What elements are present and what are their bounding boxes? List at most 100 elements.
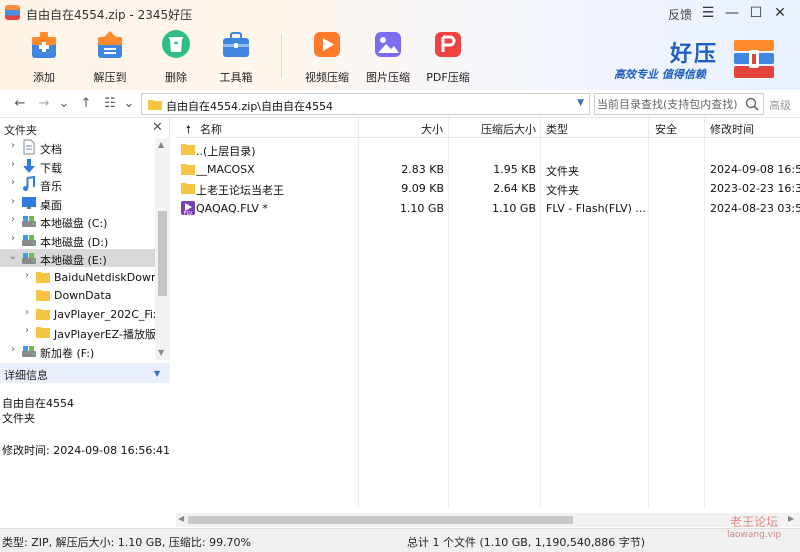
folder-icon [35,287,51,303]
folder-icon [180,161,196,177]
video-compress-button[interactable]: 视频压缩 [297,28,357,86]
expand-chevron-icon[interactable]: › [22,325,32,336]
file-list-hscrollbar[interactable]: ◀ ▶ [176,513,800,527]
scroll-down-icon[interactable]: ▼ [158,348,164,357]
image-compress-label: 图片压缩 [366,71,410,84]
sidebar-item[interactable]: › 桌面 [0,194,155,212]
search-box[interactable] [594,93,764,115]
details-header[interactable]: 详细信息 ▼ [0,363,170,383]
back-arrow-icon[interactable]: ← [12,96,28,112]
file-packed: 1.10 GB [491,201,536,215]
menu-icon[interactable]: ☰ [697,2,719,24]
toolbox-label: 工具箱 [219,71,253,84]
search-icon[interactable] [744,96,760,112]
extract-to-button[interactable]: 解压到 [80,28,140,86]
forward-arrow-icon[interactable]: → [36,96,52,112]
file-size: 2.83 KB [401,162,444,176]
pdf-compress-button[interactable]: PDF压缩 [418,28,478,86]
address-bar[interactable]: 自由自在4554.zip\自由自在4554 ▼ [141,93,590,115]
expand-chevron-icon[interactable]: › [8,140,18,151]
expand-chevron-icon[interactable]: › [8,177,18,188]
close-pane-icon[interactable]: ✕ [152,120,163,135]
add-icon [32,32,56,58]
flv-file-icon: FLV [180,200,196,217]
view-chevron-down-icon[interactable]: ⌄ [121,96,137,112]
sidebar-item-label: 本地磁盘 (D:) [40,235,109,249]
sidebar-item[interactable]: › 文档 [0,138,155,156]
column-size[interactable]: 大小 [421,121,443,137]
column-modified[interactable]: 修改时间 [710,121,754,137]
desktop-icon [21,195,37,211]
sidebar-item-label: DownData [54,289,112,302]
watermark: 老王论坛 laowang.vip [727,516,781,542]
close-button[interactable]: ✕ [769,2,791,24]
sidebar-item[interactable]: › 新加卷 (F:) [0,342,155,360]
address-dropdown-icon[interactable]: ▼ [577,98,584,108]
sidebar-item[interactable]: › JavPlayerEZ-播放版 [0,323,156,341]
expand-chevron-icon[interactable]: › [8,196,18,207]
folder-icon [180,141,196,157]
expanded-chevron-icon[interactable]: ⌄ [8,251,18,262]
file-type: 文件夹 [546,184,579,197]
folder-tree-scrollbar[interactable]: ▲ ▼ [155,138,170,360]
history-chevron-down-icon[interactable]: ⌄ [56,96,72,112]
image-compress-button[interactable]: 图片压缩 [358,28,418,86]
sidebar-item-label: BaiduNetdiskDownl [54,270,161,284]
column-type[interactable]: 类型 [546,121,568,137]
sidebar-item[interactable]: DownData [0,286,155,304]
sidebar-item[interactable]: › 本地磁盘 (D:) [0,231,155,249]
add-button[interactable]: 添加 [14,28,74,86]
file-size: 9.09 KB [401,182,444,195]
sidebar-item-label: 下载 [40,161,62,175]
scroll-up-icon[interactable]: ▲ [158,140,164,149]
add-label: 添加 [33,71,55,84]
sidebar-item[interactable]: › 音乐 [0,175,155,193]
column-security[interactable]: 安全 [655,121,677,137]
scroll-left-icon[interactable]: ◀ [178,514,184,523]
file-name: __MACOSX [196,162,255,176]
sidebar-item[interactable]: › BaiduNetdiskDownl [0,268,161,286]
drive-icon [21,213,37,229]
expand-chevron-icon[interactable]: › [8,233,18,244]
top-toolbar-region: 自由自在4554.zip - 2345好压 反馈 ☰ — ☐ ✕ 添加 解压到 [0,0,800,90]
sidebar-item[interactable]: › JavPlayer_202C_Fix - [0,305,167,323]
drive-icon [21,232,37,248]
expand-chevron-icon[interactable]: › [22,307,32,318]
column-packed-size[interactable]: 压缩后大小 [481,121,536,137]
up-arrow-icon[interactable]: ↑ [78,96,94,112]
title-bar: 自由自在4554.zip - 2345好压 反馈 ☰ — ☐ ✕ [0,0,800,26]
delete-button[interactable]: 删除 [146,28,206,86]
feedback-link[interactable]: 反馈 [668,6,692,23]
sort-arrow-icon[interactable]: 🠕 [186,121,191,140]
file-name: ..(上层目录) [196,145,256,158]
details-collapse-icon[interactable]: ▼ [154,369,160,378]
table-row[interactable]: 上老王论坛当老王 9.09 KB 2.64 KB 文件夹 2023-02-23 16:3… [176,179,800,198]
toolbox-button[interactable]: 工具箱 [206,28,266,86]
expand-chevron-icon[interactable]: › [8,344,18,355]
brand-block: 好压 高效专业 值得信赖 [610,34,798,86]
scroll-right-icon[interactable]: ▶ [788,514,794,523]
search-input[interactable] [597,96,741,112]
column-name[interactable]: 名称 [200,121,222,137]
view-mode-icon[interactable]: ☷ [102,96,118,112]
drive-icon [21,250,37,266]
table-row[interactable]: __MACOSX 2.83 KB 1.95 KB 文件夹 2024-09-08 16:5… [176,160,800,179]
advanced-search-link[interactable]: 高级 [769,97,791,113]
recycle-icon [162,30,190,58]
expand-chevron-icon[interactable]: › [22,270,32,281]
file-modified: 2024-09-08 16:56 [710,162,800,176]
expand-chevron-icon[interactable]: › [8,159,18,170]
music-icon [21,175,37,192]
sidebar-item[interactable]: ⌄ 本地磁盘 (E:) [0,249,155,267]
expand-chevron-icon[interactable]: › [8,214,18,225]
maximize-button[interactable]: ☐ [745,2,767,24]
folder-tree-pane: 文件夹 ✕ › 文档 › 下载 › 音乐 › 桌面 › 本地磁盘 (C:) › 本地磁盘 (D:) ⌄ 本… [0,118,170,360]
sidebar-item[interactable]: › 本地磁盘 (C:) [0,212,155,230]
details-title: 详细信息 [4,369,48,382]
table-row[interactable]: FLV QAQAQ.FLV * 1.10 GB 1.10 GB FLV - Flash(… [176,199,800,218]
scrollbar-thumb[interactable] [158,211,167,296]
sidebar-item[interactable]: › 下载 [0,157,155,175]
hscrollbar-thumb[interactable] [188,516,573,524]
table-row[interactable]: ..(上层目录) [176,140,800,159]
minimize-button[interactable]: — [721,2,743,24]
